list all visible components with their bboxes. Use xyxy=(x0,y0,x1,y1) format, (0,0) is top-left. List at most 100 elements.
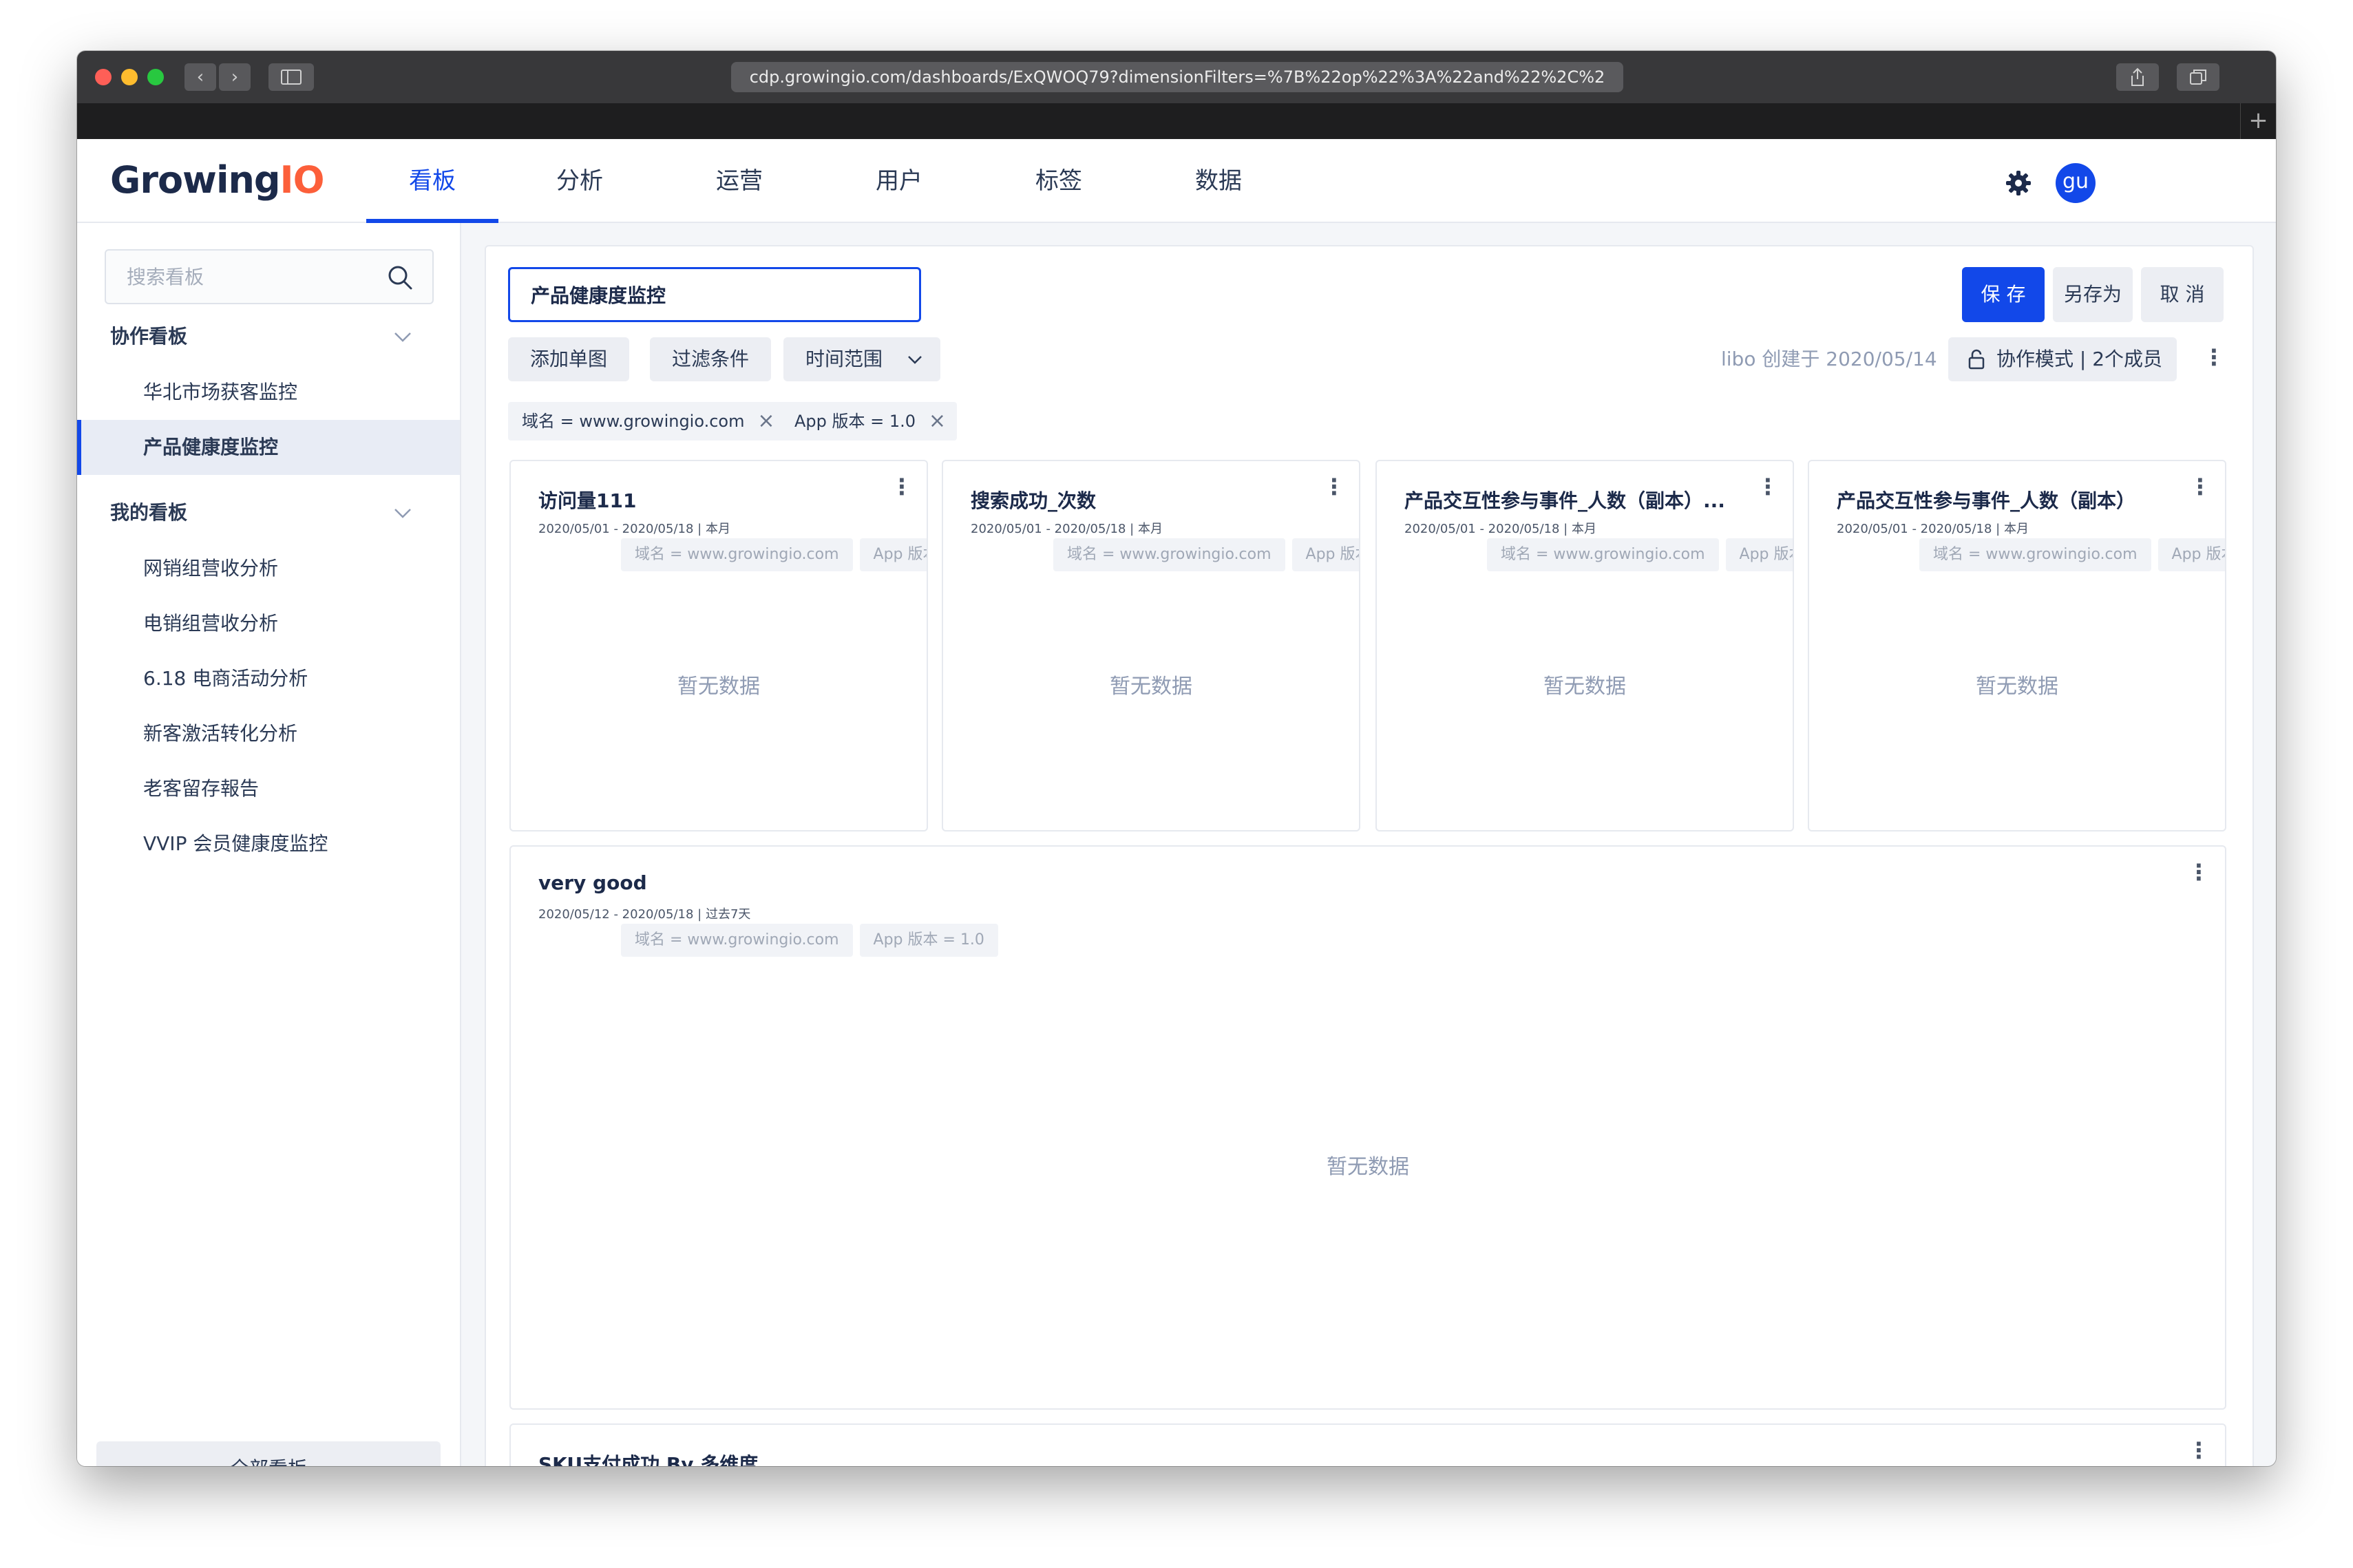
search-icon[interactable] xyxy=(387,264,413,290)
lock-icon xyxy=(1968,349,1985,370)
sidebar-item[interactable]: 电销组营收分析 xyxy=(77,596,460,651)
filter-tag: App 版本 = 1.0 × xyxy=(781,402,958,441)
chart-card-title: 产品交互性参与事件_人数（副本） xyxy=(1837,489,2136,512)
chart-card-tag: 域名 = www.growingio.com xyxy=(621,538,853,571)
user-avatar[interactable]: gu xyxy=(2056,163,2096,203)
chart-card-date: 2020/05/01 - 2020/05/18 | 本月 xyxy=(1404,522,1596,536)
sidebar-item[interactable]: 老客留存報告 xyxy=(77,761,460,816)
save-button[interactable]: 保 存 xyxy=(1962,267,2045,322)
minimize-window-icon[interactable] xyxy=(121,69,138,85)
logo-text: Growing xyxy=(110,158,281,202)
all-boards-button[interactable]: 全部看板 xyxy=(96,1441,441,1466)
close-window-icon[interactable] xyxy=(95,69,112,85)
sidebar-item-active[interactable]: 产品健康度监控 xyxy=(77,420,460,475)
sidebar-search xyxy=(105,249,434,304)
close-icon[interactable]: × xyxy=(757,402,774,441)
chart-card-title: 访问量111 xyxy=(538,489,637,512)
filter-button[interactable]: 过滤条件 xyxy=(650,337,772,381)
nav-tab-analysis[interactable]: 分析 xyxy=(525,139,635,223)
empty-state-text: 暂无数据 xyxy=(1110,675,1192,699)
browser-window: ‹ › cdp.growingio.com/dashboards/ExQWOQ7… xyxy=(77,51,2276,1466)
more-options-icon[interactable]: ⋮ xyxy=(2188,1439,2210,1466)
nav-tab-dashboards[interactable]: 看板 xyxy=(366,139,498,223)
chart-card-tag: 域名 = www.growingio.com xyxy=(1053,538,1285,571)
chevron-down-icon[interactable] xyxy=(392,502,413,523)
time-range-dropdown[interactable]: 时间范围 xyxy=(783,337,941,381)
forward-button[interactable]: › xyxy=(219,63,251,91)
close-icon[interactable]: × xyxy=(929,402,946,441)
more-options-icon[interactable]: ⋮ xyxy=(891,475,913,502)
new-tab-button[interactable]: + xyxy=(2240,103,2276,139)
time-range-label: 时间范围 xyxy=(805,348,883,370)
nav-tab-users[interactable]: 用户 xyxy=(844,139,954,223)
dashboard-title-input[interactable] xyxy=(508,267,921,322)
chart-card-date: 2020/05/12 - 2020/05/18 | 过去7天 xyxy=(538,907,751,922)
chart-card-tag: App 版本 = 1.0 xyxy=(859,924,998,957)
more-options-icon[interactable]: ⋮ xyxy=(2203,346,2225,373)
sidebar-item[interactable]: 新客激活转化分析 xyxy=(77,706,460,761)
sidebar-item[interactable]: 华北市场获客监控 xyxy=(77,365,460,420)
chart-card-title: very good xyxy=(538,871,647,894)
growingio-logo[interactable]: GrowingIO xyxy=(110,158,325,202)
nav-tab-operations[interactable]: 运营 xyxy=(684,139,794,223)
empty-state-text: 暂无数据 xyxy=(677,675,760,699)
chevron-down-icon xyxy=(908,356,922,364)
collaboration-mode-button[interactable]: 协作模式 | 2个成员 xyxy=(1948,337,2177,381)
back-button[interactable]: ‹ xyxy=(184,63,216,91)
chart-card-title: SKU支付成功 By 多维度 xyxy=(538,1453,759,1466)
tabs-overview-button[interactable] xyxy=(2177,63,2219,91)
address-bar[interactable]: cdp.growingio.com/dashboards/ExQWOQ79?di… xyxy=(731,62,1623,92)
nav-tab-data[interactable]: 数据 xyxy=(1163,139,1274,223)
chart-card-tag: App 版本 = 1.0 xyxy=(2157,538,2225,571)
empty-state-text: 暂无数据 xyxy=(1976,675,2058,699)
browser-tabbar xyxy=(77,103,2276,139)
more-options-icon[interactable]: ⋮ xyxy=(1757,475,1779,502)
chart-card-date: 2020/05/01 - 2020/05/18 | 本月 xyxy=(971,522,1163,536)
share-button[interactable] xyxy=(2116,63,2159,91)
chart-card[interactable]: 产品交互性参与事件_人数（副本） 2020/05/01 - 2020/05/18… xyxy=(1808,460,2226,831)
sidebar-toggle-button[interactable] xyxy=(268,63,314,91)
chart-card-tags: 域名 = www.growingio.comApp 版本 = 1.0 xyxy=(621,538,927,571)
group-title-shared[interactable]: 协作看板 xyxy=(110,319,187,354)
chart-card-tag: App 版本 = 1.0 xyxy=(859,538,927,571)
more-options-icon[interactable]: ⋮ xyxy=(1323,475,1345,502)
share-icon xyxy=(2131,67,2144,86)
chart-card-tags: 域名 = www.growingio.comApp 版本 = 1.0 xyxy=(1919,538,2225,571)
chart-card-tags: 域名 = www.growingio.comApp 版本 = 1.0 xyxy=(1487,538,1793,571)
browser-titlebar: ‹ › cdp.growingio.com/dashboards/ExQWOQ7… xyxy=(77,51,2276,103)
group-title-mine[interactable]: 我的看板 xyxy=(110,496,187,530)
more-options-icon[interactable]: ⋮ xyxy=(2189,475,2211,502)
chart-card-tag: 域名 = www.growingio.com xyxy=(621,924,853,957)
nav-tab-tags[interactable]: 标签 xyxy=(1004,139,1114,223)
logo-accent-text: IO xyxy=(279,158,325,202)
chart-card-tag: App 版本 = 1.0 xyxy=(1291,538,1359,571)
creator-meta: libo 创建于 2020/05/14 xyxy=(1721,348,1937,370)
cancel-button[interactable]: 取 消 xyxy=(2141,267,2224,322)
chevron-down-icon[interactable] xyxy=(392,326,413,347)
dashboard-panel: 保 存 另存为 取 消 添加单图 过滤条件 时间范围 libo 创建于 2020… xyxy=(485,245,2254,1466)
more-options-icon[interactable]: ⋮ xyxy=(2188,860,2210,888)
filter-tag: 域名 = www.growingio.com × xyxy=(508,402,786,441)
chart-card-date: 2020/05/01 - 2020/05/18 | 本月 xyxy=(538,522,730,536)
sidebar-item[interactable]: 网销组营收分析 xyxy=(77,541,460,596)
chart-card[interactable]: 搜索成功_次数 2020/05/01 - 2020/05/18 | 本月 域名 … xyxy=(942,460,1360,831)
sidebar-item[interactable]: 6.18 电商活动分析 xyxy=(77,651,460,706)
sidebar-icon xyxy=(281,70,302,85)
sidebar-item[interactable]: VVIP 会员健康度监控 xyxy=(77,816,460,871)
chart-card[interactable]: 访问量111 2020/05/01 - 2020/05/18 | 本月 域名 =… xyxy=(509,460,928,831)
chart-card-tags: 域名 = www.growingio.comApp 版本 = 1.0 xyxy=(621,924,1005,957)
chart-card-wide[interactable]: SKU支付成功 By 多维度 ⋮ xyxy=(509,1423,2226,1466)
chart-card-tag: 域名 = www.growingio.com xyxy=(1919,538,2151,571)
search-input[interactable] xyxy=(127,251,388,303)
filter-tag-label: App 版本 = 1.0 xyxy=(794,412,916,431)
zoom-window-icon[interactable] xyxy=(147,69,164,85)
chart-card[interactable]: 产品交互性参与事件_人数（副本）... 2020/05/01 - 2020/05… xyxy=(1375,460,1794,831)
chart-card-tag: 域名 = www.growingio.com xyxy=(1487,538,1719,571)
app-header: GrowingIO 看板 分析 运营 用户 标签 数据 gu xyxy=(77,139,2276,223)
gear-icon[interactable] xyxy=(2005,169,2032,197)
chart-card-title: 搜索成功_次数 xyxy=(971,489,1097,512)
save-as-button[interactable]: 另存为 xyxy=(2053,267,2133,322)
add-chart-button[interactable]: 添加单图 xyxy=(508,337,630,381)
collaboration-mode-label: 协作模式 | 2个成员 xyxy=(1996,348,2163,370)
chart-card-wide[interactable]: very good 2020/05/12 - 2020/05/18 | 过去7天… xyxy=(509,845,2226,1410)
